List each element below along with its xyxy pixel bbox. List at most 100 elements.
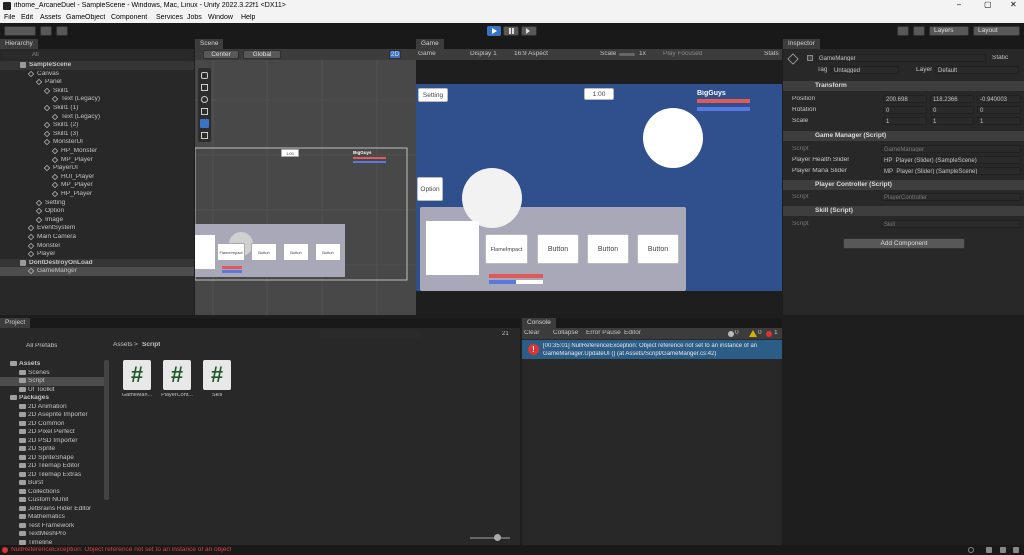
zoom-slider[interactable] [470, 537, 510, 539]
project-tree-item[interactable]: Mathematics [0, 513, 104, 522]
player-controller-header[interactable]: Player Controller (Script) [783, 180, 1024, 190]
position-z[interactable]: -0.940003 [977, 95, 1021, 103]
active-checkbox[interactable] [807, 55, 813, 61]
maximize-button[interactable]: ▢ [984, 1, 992, 9]
position-y[interactable]: 118.2366 [930, 95, 974, 103]
hierarchy-item[interactable]: GameManger [0, 267, 194, 276]
hierarchy-item[interactable]: Canvas [0, 70, 194, 79]
hierarchy-item[interactable]: MonsterUI [0, 138, 194, 147]
project-tree-item[interactable]: 2D Pixel Perfect [0, 428, 104, 437]
display-dropdown[interactable]: Display 1 [470, 51, 497, 58]
project-tree-item[interactable]: 2D Sprite [0, 445, 104, 454]
project-tree-scrollbar[interactable] [104, 360, 109, 500]
hierarchy-item[interactable]: SampleScene [0, 61, 194, 70]
project-tree-item[interactable]: UI Toolkit [0, 386, 104, 395]
game-manager-header[interactable]: Game Manager (Script) [783, 131, 1024, 141]
menu-assets[interactable]: Assets [40, 14, 61, 21]
search-icon[interactable] [913, 26, 925, 36]
play-focused-dropdown[interactable]: Play Focused [663, 51, 702, 58]
skill-button-4[interactable]: Button [637, 234, 679, 264]
hierarchy-item[interactable]: HP_Monster [0, 147, 194, 156]
transform-tool-icon[interactable] [201, 132, 208, 139]
scale-y[interactable]: 1 [930, 117, 974, 125]
hierarchy-item[interactable]: Skill1 (2) [0, 121, 194, 130]
menu-file[interactable]: File [4, 14, 15, 21]
hierarchy-search[interactable] [2, 51, 192, 59]
zoom-slider-thumb[interactable] [494, 534, 501, 541]
project-tree-item[interactable]: Test Framework [0, 522, 104, 531]
rotation-y[interactable]: 0 [930, 106, 974, 114]
project-tree-item[interactable]: JetBrains Rider Editor [0, 505, 104, 514]
minimize-button[interactable]: – [957, 1, 961, 9]
project-tree-item[interactable]: 2D PSD Importer [0, 437, 104, 446]
menu-services[interactable]: Services [156, 14, 183, 21]
project-tree-item[interactable]: Custom NUnit [0, 496, 104, 505]
game-mode-dropdown[interactable]: Game [418, 51, 436, 58]
aspect-dropdown[interactable]: 16:9 Aspect [514, 51, 548, 58]
hierarchy-item[interactable]: Skill1 (3) [0, 130, 194, 139]
csharp-file-icon[interactable]: # [163, 360, 191, 390]
scale-tool-icon[interactable] [201, 108, 208, 115]
tab-game[interactable]: Game [416, 39, 444, 49]
collapse-button[interactable]: Collapse [553, 330, 578, 337]
project-tree-item[interactable]: 2D Tilemap Editor [0, 462, 104, 471]
project-tree-item[interactable]: TextMeshPro [0, 530, 104, 539]
hierarchy-item[interactable]: HP_Player [0, 190, 194, 199]
transform-header[interactable]: Transform [783, 81, 1024, 91]
project-tree-item[interactable]: Assets [0, 360, 104, 369]
project-tree-item[interactable]: Collections [0, 488, 104, 497]
project-search[interactable] [320, 330, 420, 338]
hierarchy-item[interactable]: DontDestroyOnLoad [0, 258, 194, 268]
flameimpact-button[interactable]: FlameImpact [485, 234, 528, 264]
project-tree-item[interactable]: 2D Tilemap Extras [0, 471, 104, 480]
debug-icon[interactable] [986, 547, 992, 553]
tab-console[interactable]: Console [522, 318, 556, 328]
menu-help[interactable]: Help [241, 14, 255, 21]
pivot-dropdown[interactable]: Center [203, 50, 239, 59]
menu-component[interactable]: Component [111, 14, 147, 21]
tab-inspector[interactable]: Inspector [783, 39, 820, 49]
menu-edit[interactable]: Edit [21, 14, 33, 21]
scale-slider[interactable] [619, 53, 635, 56]
notification-icon[interactable] [1013, 547, 1019, 553]
layout-dropdown[interactable]: Layout [973, 26, 1020, 36]
rotation-z[interactable]: 0 [977, 106, 1021, 114]
static-toggle[interactable]: Static [992, 55, 1008, 62]
editor-dropdown[interactable]: Editor [624, 330, 641, 337]
health-slider-field[interactable]: HP_Player (Slider) (SampleScene) [881, 156, 1021, 164]
breadcrumb-script[interactable]: Script [142, 342, 160, 349]
cloud-icon[interactable] [40, 26, 52, 36]
rotate-tool-icon[interactable] [201, 96, 208, 103]
breadcrumb-assets[interactable]: Assets [113, 342, 133, 349]
status-message[interactable]: NullReferenceException: Object reference… [11, 547, 231, 554]
project-tree-item[interactable]: Burst [0, 479, 104, 488]
all-prefabs-item[interactable]: All Prefabs [26, 343, 57, 350]
hierarchy-item[interactable]: HUI_Player [0, 173, 194, 182]
scale-z[interactable]: 1 [977, 117, 1021, 125]
project-tree-item[interactable]: 2D Animation [0, 403, 104, 412]
hierarchy-item[interactable]: Text (Legacy) [0, 113, 194, 122]
menu-window[interactable]: Window [208, 14, 233, 21]
hierarchy-item[interactable]: Image [0, 216, 194, 225]
skill-header[interactable]: Skill (Script) [783, 206, 1024, 216]
history-icon[interactable] [897, 26, 909, 36]
hierarchy-item[interactable]: Main Camera [0, 233, 194, 242]
stats-button[interactable]: Stats [764, 51, 779, 58]
hierarchy-item[interactable]: Skill1 (1) [0, 104, 194, 113]
mana-slider-field[interactable]: MP_Player (Slider) (SampleScene) [881, 167, 1021, 175]
rect-tool-icon[interactable] [200, 119, 209, 128]
collab-icon[interactable] [56, 26, 68, 36]
hierarchy-item[interactable]: MP_Player [0, 181, 194, 190]
hierarchy-item[interactable]: EventSystem [0, 224, 194, 233]
project-tree-item[interactable]: 2D Common [0, 420, 104, 429]
2d-toggle[interactable]: 2D [389, 50, 401, 59]
add-component-button[interactable]: Add Component [843, 238, 965, 249]
hierarchy-item[interactable]: MP_Player [0, 156, 194, 165]
project-tree-item[interactable]: Packages [0, 394, 104, 403]
menu-jobs[interactable]: Jobs [187, 14, 202, 21]
hierarchy-item[interactable]: Monster [0, 242, 194, 251]
project-tree-item[interactable]: Scenes [0, 369, 104, 378]
menu-gameobject[interactable]: GameObject [66, 14, 105, 21]
project-tree-item[interactable]: 2D SpriteShape [0, 454, 104, 463]
hierarchy-item[interactable]: Option [0, 207, 194, 216]
